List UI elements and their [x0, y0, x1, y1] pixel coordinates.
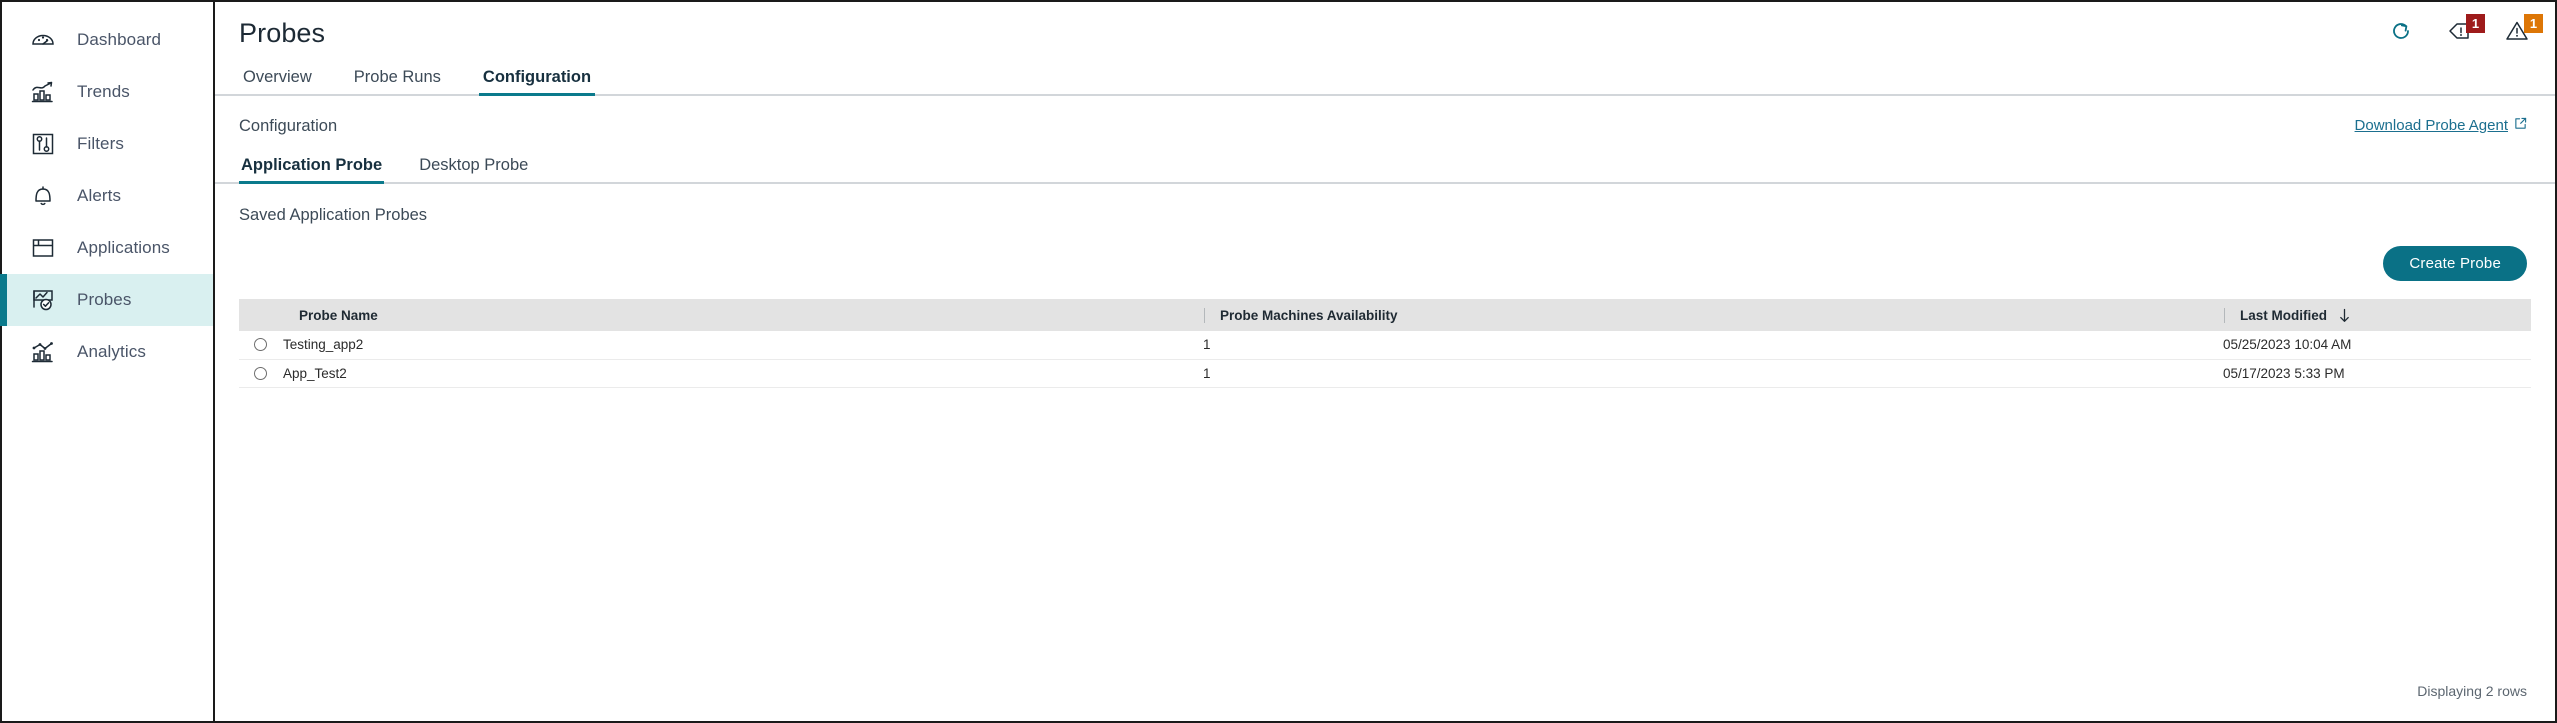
cell-last-modified: 05/25/2023 10:04 AM [2223, 331, 2531, 360]
column-header-select [239, 299, 283, 331]
sidebar: Dashboard Trends Filters Alerts Applicat… [0, 0, 215, 723]
sidebar-item-trends[interactable]: Trends [2, 66, 213, 118]
table-head: Probe Name Probe Machines Availability L… [239, 299, 2531, 331]
refresh-button[interactable] [2387, 19, 2415, 47]
window-icon [28, 233, 58, 263]
column-header-probe-name[interactable]: Probe Name [283, 299, 1203, 331]
table-body: Testing_app2 1 05/25/2023 10:04 AM App_T… [239, 331, 2531, 388]
page-header: Probes 1 1 [215, 2, 2555, 49]
section-title: Configuration [239, 117, 338, 135]
app-root: Dashboard Trends Filters Alerts Applicat… [0, 0, 2557, 723]
main-content: Probes 1 1 Overview Probe Runs Configura… [215, 0, 2557, 723]
filters-icon [28, 129, 58, 159]
probe-type-subtabs: Application Probe Desktop Probe [215, 156, 2555, 184]
download-probe-agent-label: Download Probe Agent [2354, 117, 2508, 134]
cell-availability: 1 [1203, 359, 2223, 388]
table-row-count: Displaying 2 rows [2417, 683, 2527, 699]
create-probe-row: Create Probe [215, 246, 2555, 281]
cell-probe-name: App_Test2 [283, 359, 1203, 388]
probes-table: Probe Name Probe Machines Availability L… [239, 299, 2531, 388]
alert-flag-button[interactable]: 1 [2445, 14, 2485, 47]
row-select-cell [239, 359, 283, 388]
sidebar-item-alerts[interactable]: Alerts [2, 170, 213, 222]
subtab-desktop-probe[interactable]: Desktop Probe [417, 156, 530, 184]
gauge-icon [28, 25, 58, 55]
cell-probe-name: Testing_app2 [283, 331, 1203, 360]
sidebar-item-analytics[interactable]: Analytics [2, 326, 213, 378]
subtab-application-probe[interactable]: Application Probe [239, 156, 385, 184]
create-probe-button[interactable]: Create Probe [2383, 246, 2527, 281]
cell-last-modified: 05/17/2023 5:33 PM [2223, 359, 2531, 388]
column-header-probe-name-label: Probe Name [299, 307, 378, 323]
sidebar-item-probes[interactable]: Probes [0, 274, 213, 326]
section-bar: Configuration Download Probe Agent [215, 117, 2555, 136]
warning-button[interactable]: 1 [2503, 14, 2543, 47]
sidebar-item-label: Filters [77, 134, 124, 153]
refresh-icon [2390, 20, 2412, 47]
column-header-last-modified[interactable]: Last Modified [2223, 299, 2531, 331]
probes-table-container: Probe Name Probe Machines Availability L… [239, 299, 2531, 388]
probe-icon [28, 285, 58, 315]
bell-icon [28, 181, 58, 211]
column-header-availability-label: Probe Machines Availability [1220, 307, 1398, 323]
trend-chart-icon [28, 77, 58, 107]
sidebar-item-dashboard[interactable]: Dashboard [2, 14, 213, 66]
sidebar-item-label: Alerts [77, 186, 122, 205]
main-tabs: Overview Probe Runs Configuration [215, 68, 2555, 96]
row-radio-button[interactable] [254, 338, 267, 352]
row-select-cell [239, 331, 283, 360]
sidebar-item-label: Probes [77, 290, 132, 309]
table-header-row: Probe Name Probe Machines Availability L… [239, 299, 2531, 331]
sidebar-item-label: Applications [77, 238, 170, 257]
header-actions: 1 1 [2387, 14, 2543, 47]
table-row[interactable]: App_Test2 1 05/17/2023 5:33 PM [239, 359, 2531, 388]
table-row[interactable]: Testing_app2 1 05/25/2023 10:04 AM [239, 331, 2531, 360]
alert-flag-badge: 1 [2466, 14, 2485, 33]
download-probe-agent-link[interactable]: Download Probe Agent [2355, 117, 2527, 134]
row-radio-button[interactable] [254, 366, 267, 380]
saved-probes-title: Saved Application Probes [239, 206, 428, 224]
arrow-down-icon[interactable] [2338, 308, 2351, 323]
external-link-icon [2514, 117, 2527, 134]
sidebar-item-filters[interactable]: Filters [2, 118, 213, 170]
tab-probe-runs[interactable]: Probe Runs [350, 68, 445, 96]
cell-availability: 1 [1203, 331, 2223, 360]
warning-badge: 1 [2524, 14, 2543, 33]
column-header-probe-machines-availability[interactable]: Probe Machines Availability [1203, 299, 2223, 331]
sidebar-item-applications[interactable]: Applications [2, 222, 213, 274]
column-header-last-modified-label: Last Modified [2240, 307, 2327, 323]
sidebar-item-label: Trends [77, 82, 130, 101]
tab-configuration[interactable]: Configuration [478, 68, 596, 96]
tab-overview[interactable]: Overview [239, 68, 316, 96]
sidebar-item-label: Analytics [77, 342, 146, 361]
sidebar-item-label: Dashboard [77, 30, 162, 49]
page-title: Probes [239, 18, 326, 48]
analytics-icon [28, 337, 58, 367]
